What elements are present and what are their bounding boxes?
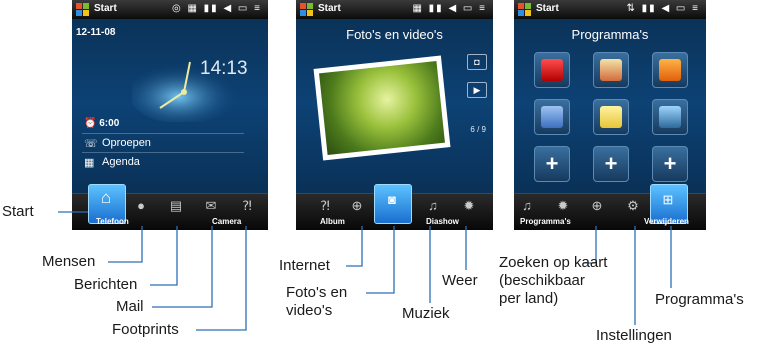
callout-instellingen: Instellingen	[596, 327, 672, 344]
callout-weer: Weer	[442, 272, 478, 289]
callout-programmas: Programma's	[655, 291, 744, 308]
callout-zoeken-line2: (beschikbaar	[499, 272, 585, 289]
callout-footprints: Footprints	[112, 321, 179, 338]
callout-berichten: Berichten	[74, 276, 138, 293]
callout-lines	[58, 211, 672, 331]
callout-zoeken-line1: Zoeken op kaart	[499, 254, 608, 271]
callout-zoeken: Zoeken op kaart (beschikbaar per land)	[499, 254, 607, 308]
callout-mail: Mail	[116, 298, 144, 315]
callout-internet: Internet	[279, 257, 330, 274]
callout-fotos-line1: Foto's en	[286, 284, 348, 301]
callout-mensen: Mensen	[42, 253, 96, 270]
callout-fotos-line2: video's	[286, 302, 333, 319]
callout-zoeken-line3: per land)	[499, 290, 559, 307]
callout-fotos: Foto's en video's	[286, 284, 347, 320]
callout-muziek: Muziek	[402, 305, 450, 322]
callout-start: Start	[2, 203, 34, 220]
